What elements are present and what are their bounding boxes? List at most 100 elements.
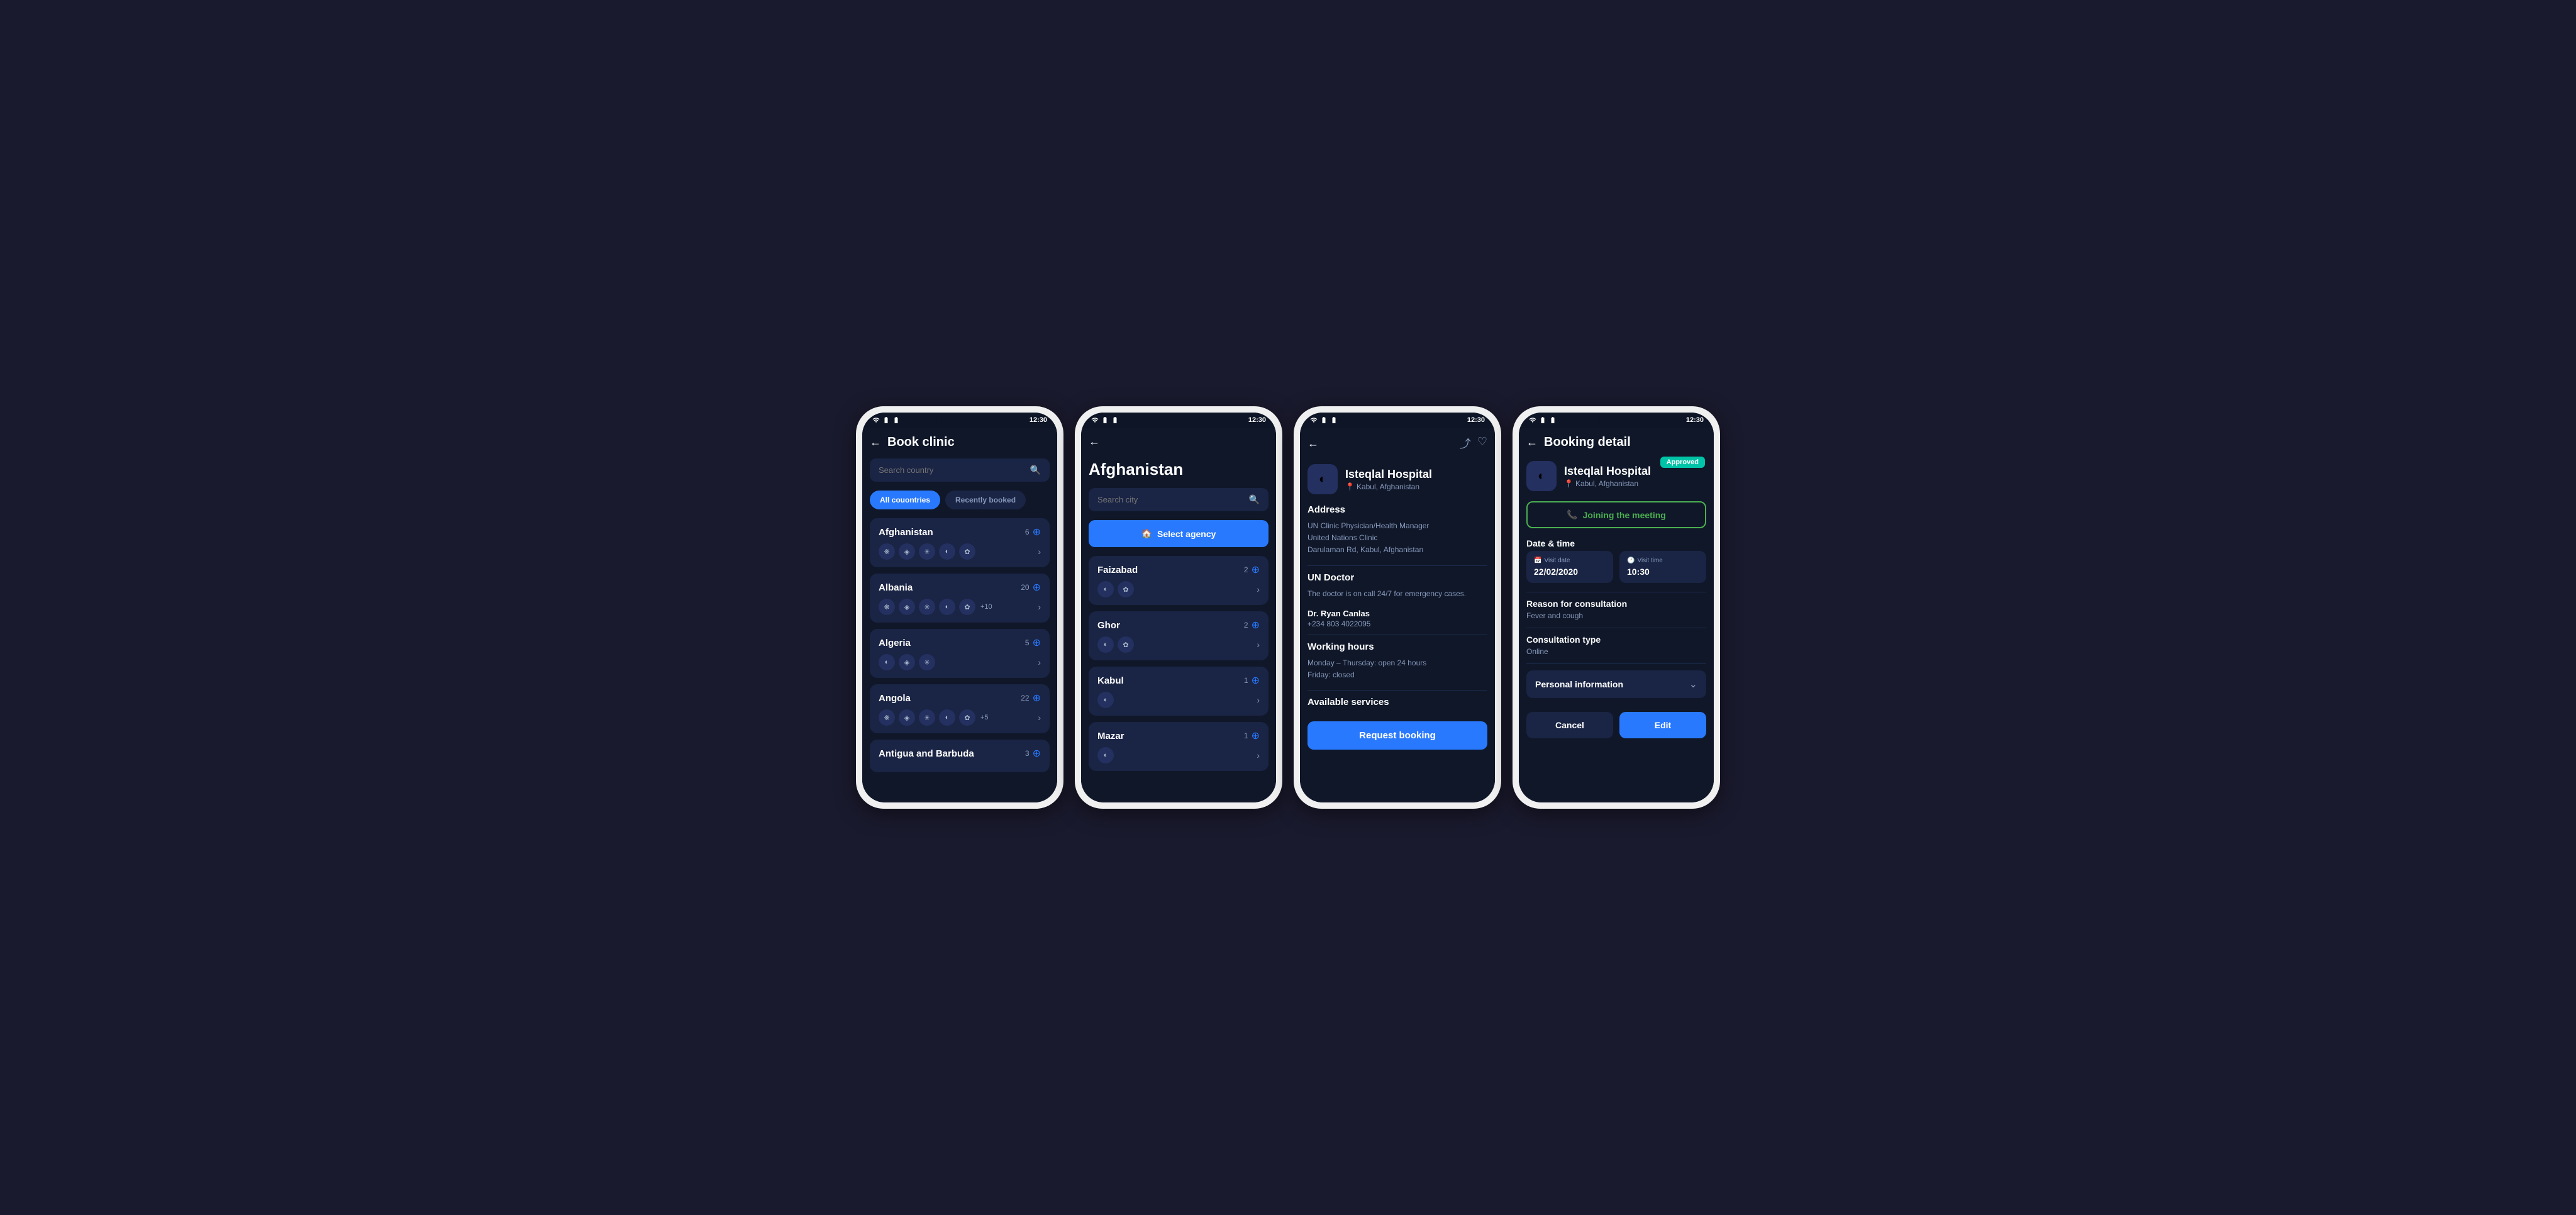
clinic-dot-an5: ✿ [959, 709, 975, 726]
screen2-title: Afghanistan [1089, 457, 1269, 479]
back-arrow-4[interactable]: ← [1526, 436, 1538, 449]
city-item-mazar[interactable]: Mazar 1 ⊕ ◐ › [1089, 722, 1269, 771]
calendar-icon: 📅 [1534, 557, 1541, 564]
notch-3 [1379, 415, 1416, 424]
signal-icon [872, 416, 880, 424]
address-text: UN Clinic Physician/Health Manager Unite… [1307, 520, 1487, 557]
phone-icon: 📞 [1567, 509, 1577, 520]
cancel-button[interactable]: Cancel [1526, 712, 1613, 738]
status-bar-1: 12:30 [862, 413, 1057, 428]
country-name-algeria: Algeria [879, 638, 911, 648]
request-booking-button[interactable]: Request booking [1307, 721, 1487, 750]
wifi-icon-3 [1320, 416, 1328, 424]
country-item-algeria[interactable]: Algeria 5 ⊕ ◐ ◈ ✳ › [870, 629, 1050, 678]
signal-icon-3 [1310, 416, 1318, 424]
city-item-faizabad[interactable]: Faizabad 2 ⊕ ◐ ✿ › [1089, 556, 1269, 605]
ghor-icon-2: ✿ [1118, 636, 1134, 653]
wifi-icon [882, 416, 890, 424]
city-row-mazar: Mazar 1 ⊕ [1097, 730, 1260, 742]
country-row-albania: Albania 20 ⊕ [879, 581, 1041, 594]
notch-4 [1597, 415, 1635, 424]
back-arrow-2[interactable]: ← [1089, 435, 1100, 448]
country-row-angola: Angola 22 ⊕ [879, 692, 1041, 704]
services-label: Available services [1307, 697, 1487, 707]
arrow-algeria: › [1038, 657, 1041, 667]
clinic-dot-al1: ◐ [879, 654, 895, 670]
hospital-logo-icon-4: ◐ [1538, 469, 1545, 484]
status-bar-4: 12:30 [1519, 413, 1714, 428]
city-row-kabul: Kabul 1 ⊕ [1097, 674, 1260, 687]
wifi-icon-2 [1101, 416, 1109, 424]
phone-4: 12:30 ← Booking detail Approved ◐ Isteql… [1519, 413, 1714, 802]
status-time-3: 12:30 [1467, 416, 1485, 424]
status-bar-3: 12:30 [1300, 413, 1495, 428]
country-item-afghanistan[interactable]: Afghanistan 6 ⊕ ❋ ◈ ✳ ◐ ✿ [870, 518, 1050, 567]
city-row-faizabad: Faizabad 2 ⊕ [1097, 563, 1260, 576]
divider-4c [1526, 663, 1706, 664]
select-agency-button[interactable]: 🏠 Select agency [1089, 520, 1269, 547]
plus-icon-antigua: ⊕ [1033, 747, 1041, 760]
search-country-input[interactable] [879, 465, 1030, 475]
hospital-location-4: 📍 Kabul, Afghanistan [1564, 479, 1651, 488]
city-name-kabul: Kabul [1097, 675, 1124, 686]
clinic-dot-a5: ✿ [959, 599, 975, 615]
city-item-ghor[interactable]: Ghor 2 ⊕ ◐ ✿ › [1089, 611, 1269, 660]
personal-info-row[interactable]: Personal information ⌄ [1526, 670, 1706, 698]
plus-icon-faizabad: ⊕ [1252, 563, 1260, 576]
working-hours-label: Working hours [1307, 641, 1487, 652]
clinic-icons-afghanistan: ❋ ◈ ✳ ◐ ✿ [879, 543, 975, 560]
search-city-input[interactable] [1097, 495, 1249, 504]
wifi-icon-4 [1539, 416, 1546, 424]
search-bar-2[interactable]: 🔍 [1089, 488, 1269, 511]
screen2-header: ← [1089, 435, 1269, 448]
country-count-algeria: 5 ⊕ [1025, 636, 1041, 649]
edit-button[interactable]: Edit [1619, 712, 1706, 738]
hospital-info-4: Isteqlal Hospital 📍 Kabul, Afghanistan [1564, 465, 1651, 488]
share-icon[interactable]: ⤴ [1460, 435, 1471, 452]
country-count-antigua: 3 ⊕ [1025, 747, 1041, 760]
signal-icon-4 [1529, 416, 1536, 424]
chevron-down-icon: ⌄ [1689, 678, 1697, 691]
search-icon-1: 🔍 [1030, 465, 1041, 475]
city-item-kabul[interactable]: Kabul 1 ⊕ ◐ › [1089, 667, 1269, 716]
hospital-location: 📍 Kabul, Afghanistan [1345, 482, 1432, 491]
battery-icon [892, 416, 900, 424]
tab-recently-booked[interactable]: Recently booked [945, 491, 1026, 509]
doctor-name: Dr. Ryan Canlas [1307, 609, 1487, 618]
hospital-name-4: Isteqlal Hospital [1564, 465, 1651, 478]
back-arrow-3[interactable]: ← [1307, 437, 1319, 450]
joining-meeting-button[interactable]: 📞 Joining the meeting [1526, 501, 1706, 528]
phone-4-wrapper: 12:30 ← Booking detail Approved ◐ Isteql… [1513, 406, 1720, 809]
country-item-antigua[interactable]: Antigua and Barbuda 3 ⊕ [870, 740, 1050, 772]
consult-type-label: Consultation type [1526, 635, 1706, 645]
phone-1-wrapper: 12:30 ← Book clinic 🔍 All couontries Rec… [856, 406, 1063, 809]
visit-time-value: 10:30 [1627, 567, 1699, 577]
tab-all-countries[interactable]: All couontries [870, 491, 940, 509]
hospital-logo: ◐ [1307, 464, 1338, 494]
date-time-row: 📅 Visit date 22/02/2020 🕐 Visit time 10:… [1526, 551, 1706, 583]
screen1-content: ← Book clinic 🔍 All couontries Recently … [862, 428, 1057, 802]
approved-badge: Approved [1660, 457, 1705, 468]
arrow-kabul: › [1257, 695, 1260, 705]
country-item-albania[interactable]: Albania 20 ⊕ ❋ ◈ ✳ ◐ ✿ +10 [870, 574, 1050, 623]
reason-value: Fever and cough [1526, 611, 1706, 620]
back-arrow-1[interactable]: ← [870, 436, 881, 449]
heart-icon[interactable]: ♡ [1477, 435, 1487, 452]
mazar-icon-1: ◐ [1097, 747, 1114, 763]
country-item-angola[interactable]: Angola 22 ⊕ ❋ ◈ ✳ ◐ ✿ +5 [870, 684, 1050, 733]
doctor-desc: The doctor is on call 24/7 for emergency… [1307, 588, 1487, 600]
visit-date-label: 📅 Visit date [1534, 557, 1606, 564]
arrow-albania: › [1038, 602, 1041, 612]
country-row-afghanistan: Afghanistan 6 ⊕ [879, 526, 1041, 538]
clinic-dot-4: ◐ [939, 543, 955, 560]
phone-3: 12:30 ← ⤴ ♡ ◐ Isteqlal Hospital [1300, 413, 1495, 802]
screen4-content: ← Booking detail Approved ◐ Isteqlal Hos… [1519, 428, 1714, 802]
city-count-mazar: 1 ⊕ [1244, 730, 1260, 742]
screens-container: 12:30 ← Book clinic 🔍 All couontries Rec… [856, 406, 1720, 809]
battery-icon-3 [1330, 416, 1338, 424]
phone-2-wrapper: 12:30 ← Afghanistan 🔍 🏠 Select agency [1075, 406, 1282, 809]
clinic-icons-kabul: ◐ [1097, 692, 1114, 708]
screen1-title: Book clinic [887, 435, 955, 450]
search-bar-1[interactable]: 🔍 [870, 458, 1050, 482]
clinic-dot-an1: ❋ [879, 709, 895, 726]
